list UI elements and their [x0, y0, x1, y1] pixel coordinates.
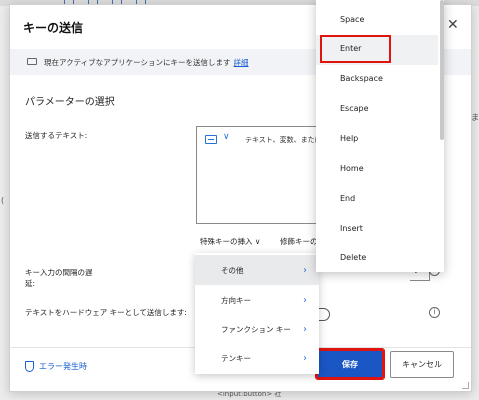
insert-modifier-key-button[interactable]: 修飾キーの — [280, 236, 318, 247]
chevron-right-icon: › — [303, 294, 307, 306]
text-placeholder: テキスト、変数、または — [245, 136, 322, 144]
submenu-item-label: ファンクション キー — [221, 324, 291, 334]
submenu-item-label: 方向キー — [221, 295, 251, 305]
chevron-right-icon: › — [303, 264, 307, 276]
key-list-scrollbar[interactable] — [440, 0, 444, 140]
interval-label: キー入力の間隔の遅 延: — [25, 267, 93, 289]
submenu-item-numpad[interactable]: テンキー › — [195, 343, 319, 373]
chevron-down-icon[interactable]: ∨ — [223, 132, 230, 142]
enter-highlight-box — [320, 35, 391, 63]
save-button[interactable]: 保存 — [315, 348, 385, 380]
cancel-button[interactable]: キャンセル — [390, 351, 454, 378]
key-item-label: Delete — [340, 253, 367, 262]
variable-icon[interactable] — [205, 135, 217, 144]
interval-label-line1: キー入力の間隔の遅 — [25, 268, 93, 277]
background-text-left: ( — [1, 196, 5, 205]
info-text: 現在アクティブなアプリケーションにキーを送信します 詳細 — [44, 57, 249, 68]
key-item-label: End — [340, 194, 356, 203]
key-item-help[interactable]: Help — [316, 125, 438, 155]
shield-icon — [25, 361, 34, 372]
key-item-space[interactable]: Space — [316, 6, 438, 36]
key-item-label: Help — [340, 134, 359, 143]
key-item-home[interactable]: Home — [316, 155, 438, 185]
submenu-item-other[interactable]: その他 › — [195, 255, 319, 285]
key-item-end[interactable]: End — [316, 185, 438, 215]
key-item-backspace[interactable]: Backspace — [316, 65, 438, 95]
keyboard-icon — [27, 58, 37, 65]
text-to-send-label: 送信するテキスト: — [25, 131, 88, 140]
key-item-label: Insert — [340, 224, 363, 233]
submenu-item-label: テンキー — [221, 353, 251, 363]
key-item-delete[interactable]: Delete — [316, 244, 438, 274]
chevron-right-icon: › — [303, 323, 307, 335]
special-key-submenu: その他 › 方向キー › ファンクション キー › テンキー › — [195, 253, 319, 374]
chevron-down-icon: ∨ — [254, 237, 261, 246]
key-item-escape[interactable]: Escape — [316, 95, 438, 125]
key-item-label: Escape — [340, 104, 369, 113]
on-error-label: エラー発生時 — [39, 362, 87, 371]
insert-special-key-button[interactable]: 特殊キーの挿入 ∨ — [200, 236, 260, 247]
resize-grip[interactable] — [462, 382, 469, 389]
hardware-keys-label: テキストをハードウェア キーとして送信します: — [25, 308, 187, 317]
interval-label-line2: 延: — [25, 279, 36, 288]
key-item-label: Home — [340, 164, 364, 173]
key-item-label: Backspace — [340, 74, 383, 83]
close-icon[interactable]: ✕ — [447, 17, 459, 33]
chevron-right-icon: › — [303, 352, 307, 364]
key-item-insert[interactable]: Insert — [316, 215, 438, 245]
on-error-link[interactable]: エラー発生時 — [25, 361, 87, 372]
dialog-title: キーの送信 — [23, 21, 84, 35]
info-description: 現在アクティブなアプリケーションにキーを送信します — [44, 58, 231, 67]
section-title: パラメーターの選択 — [25, 97, 115, 108]
info-icon: i — [429, 307, 440, 318]
insert-special-key-label: 特殊キーの挿入 — [200, 237, 253, 246]
submenu-item-arrow-keys[interactable]: 方向キー › — [195, 285, 319, 315]
key-item-label: Space — [340, 15, 365, 24]
details-link[interactable]: 詳細 — [234, 58, 249, 67]
submenu-item-label: その他 — [221, 265, 244, 275]
submenu-item-function-keys[interactable]: ファンクション キー › — [195, 314, 319, 344]
background-text-right: ま — [471, 113, 479, 122]
